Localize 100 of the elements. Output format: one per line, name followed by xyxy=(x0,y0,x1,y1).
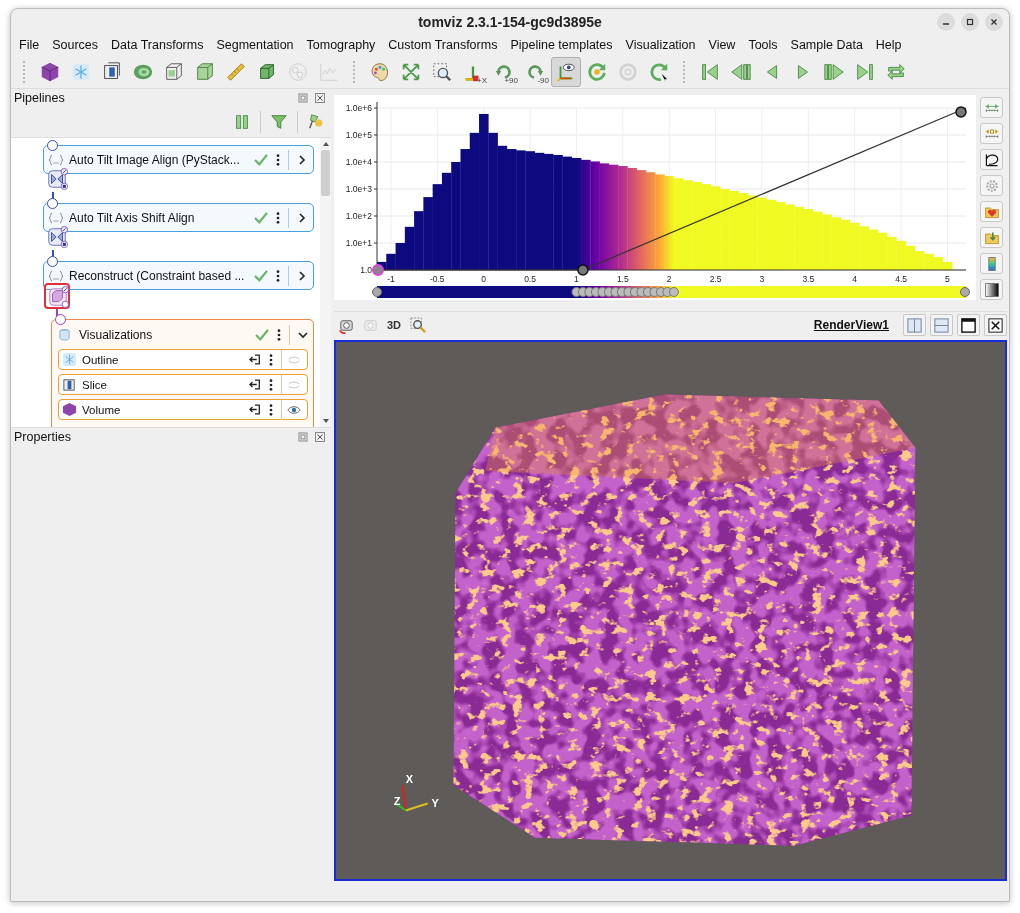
scrollbar-thumb[interactable] xyxy=(321,150,330,196)
more-options-icon[interactable] xyxy=(269,378,273,391)
colormap-tool-button[interactable] xyxy=(980,201,1003,222)
gear-icon xyxy=(983,177,1000,194)
menu-item[interactable]: Help xyxy=(875,38,902,52)
tilt-series-data-icon[interactable] xyxy=(45,225,71,251)
colormap-tool-button[interactable] xyxy=(980,279,1003,300)
colormap-tool-button[interactable] xyxy=(980,149,1003,170)
operator-node[interactable]: Reconstruct (Constraint based ... xyxy=(43,261,314,290)
view-layout-button[interactable] xyxy=(957,314,980,336)
operator-node[interactable]: Auto Tilt Axis Shift Align xyxy=(43,203,314,232)
float-icon[interactable] xyxy=(298,432,308,442)
rotate-cursor-icon xyxy=(648,60,670,83)
toolbar-button[interactable]: -90 xyxy=(520,56,550,87)
close-icon[interactable] xyxy=(315,432,325,442)
eye-icon[interactable] xyxy=(287,404,301,415)
menu-item[interactable]: Tomography xyxy=(306,38,376,52)
colormap-tool-button[interactable] xyxy=(980,123,1003,144)
braces-icon xyxy=(48,211,64,224)
chevron-down-icon[interactable] xyxy=(298,329,308,340)
menu-item[interactable]: View xyxy=(708,38,736,52)
menu-item[interactable]: Pipeline templates xyxy=(510,38,613,52)
visualization-row[interactable]: Volume xyxy=(58,399,308,420)
view-tool-button[interactable] xyxy=(408,315,428,335)
x-tick-label: 1.5 xyxy=(616,274,629,284)
export-icon[interactable] xyxy=(249,354,261,365)
wire-box-icon xyxy=(163,60,185,83)
colormap-tool-button[interactable] xyxy=(980,97,1003,118)
y-tick-label: 1.0e+4 xyxy=(345,157,372,167)
view-name-label[interactable]: RenderView1 xyxy=(813,318,889,332)
pause-icon[interactable] xyxy=(233,113,251,131)
menu-item[interactable]: Sample Data xyxy=(790,38,863,52)
close-icon xyxy=(987,316,1004,334)
x-tick-label: 1 xyxy=(574,274,579,284)
toolbar-grip[interactable] xyxy=(683,60,688,83)
volume-module-icon xyxy=(62,402,77,417)
palette-icon xyxy=(369,60,391,83)
chevron-right-icon[interactable] xyxy=(297,212,307,223)
menu-item[interactable]: Tools xyxy=(748,38,778,52)
export-icon[interactable] xyxy=(249,404,261,415)
menu-item[interactable]: Data Transforms xyxy=(111,38,204,52)
view-layout-button[interactable] xyxy=(984,314,1007,336)
y-tick-label: 1.0e+3 xyxy=(345,184,372,194)
gradient-icon xyxy=(983,281,1000,298)
x-tick-label: 4 xyxy=(852,274,858,284)
export-icon[interactable] xyxy=(249,379,261,390)
volume-data-icon[interactable] xyxy=(44,283,70,309)
visualization-row[interactable]: Slice xyxy=(58,374,308,395)
more-options-icon[interactable] xyxy=(277,328,281,341)
colormap-tool-button[interactable] xyxy=(980,253,1003,274)
toolbar-button[interactable]: +X xyxy=(458,56,488,87)
axis-label: Y xyxy=(431,797,439,810)
slice-module-icon xyxy=(62,377,77,392)
solid-box-icon xyxy=(194,60,216,83)
colormap-tool-button[interactable] xyxy=(980,175,1003,196)
toolbar-grip[interactable] xyxy=(23,60,28,83)
toolbar-button[interactable]: +90 xyxy=(489,56,519,87)
more-options-icon[interactable] xyxy=(269,403,273,416)
color-map-bar[interactable] xyxy=(372,286,970,298)
operator-label: Reconstruct (Constraint based ... xyxy=(69,268,246,283)
filter-icon[interactable] xyxy=(270,113,288,131)
visualization-row[interactable]: Outline xyxy=(58,349,308,370)
x-tick-label: 3 xyxy=(759,274,765,284)
chevron-right-icon[interactable] xyxy=(297,270,307,281)
group-label: Visualizations xyxy=(79,327,154,342)
toolbar-button[interactable] xyxy=(551,56,581,87)
minimize-button[interactable] xyxy=(937,13,955,31)
more-options-icon[interactable] xyxy=(269,353,273,366)
tilt-series-data-icon[interactable] xyxy=(45,167,71,193)
menu-item[interactable]: Custom Transforms xyxy=(388,38,498,52)
panel-title: Properties xyxy=(14,430,71,444)
zoom-box-icon xyxy=(431,60,453,83)
x-tick-label: 5 xyxy=(945,274,950,284)
operator-node[interactable]: Auto Tilt Image Align (PyStack... xyxy=(43,145,314,174)
toolbar-grip[interactable] xyxy=(353,60,358,83)
menu-item[interactable]: Sources xyxy=(52,38,98,52)
y-tick-label: 1.0e+1 xyxy=(345,238,372,248)
braces-icon xyxy=(48,269,64,282)
cube-icon xyxy=(39,60,61,83)
scroll-down-icon[interactable] xyxy=(321,418,330,424)
operator-label: Auto Tilt Image Align (PyStack... xyxy=(69,152,241,167)
menu-item[interactable]: Segmentation xyxy=(216,38,294,52)
pin-icon[interactable] xyxy=(307,113,325,131)
menu-item[interactable]: File xyxy=(19,38,40,52)
more-options-icon[interactable] xyxy=(276,211,280,224)
axis-label: Z xyxy=(393,795,401,808)
scrollbar[interactable] xyxy=(320,138,331,427)
x-tick-label: 2 xyxy=(666,274,672,284)
view-mode-button[interactable]: 3D xyxy=(384,315,404,335)
close-button[interactable] xyxy=(985,13,1003,31)
save-folder-icon xyxy=(983,229,1000,246)
more-options-icon[interactable] xyxy=(276,269,280,282)
more-options-icon[interactable] xyxy=(276,153,280,166)
chevron-right-icon[interactable] xyxy=(297,154,307,165)
close-icon[interactable] xyxy=(315,93,325,103)
maximize-button[interactable] xyxy=(961,13,979,31)
scroll-up-icon[interactable] xyxy=(321,141,330,147)
menu-item[interactable]: Visualization xyxy=(625,38,696,52)
colormap-tool-button[interactable] xyxy=(980,227,1003,248)
float-icon[interactable] xyxy=(298,93,308,103)
